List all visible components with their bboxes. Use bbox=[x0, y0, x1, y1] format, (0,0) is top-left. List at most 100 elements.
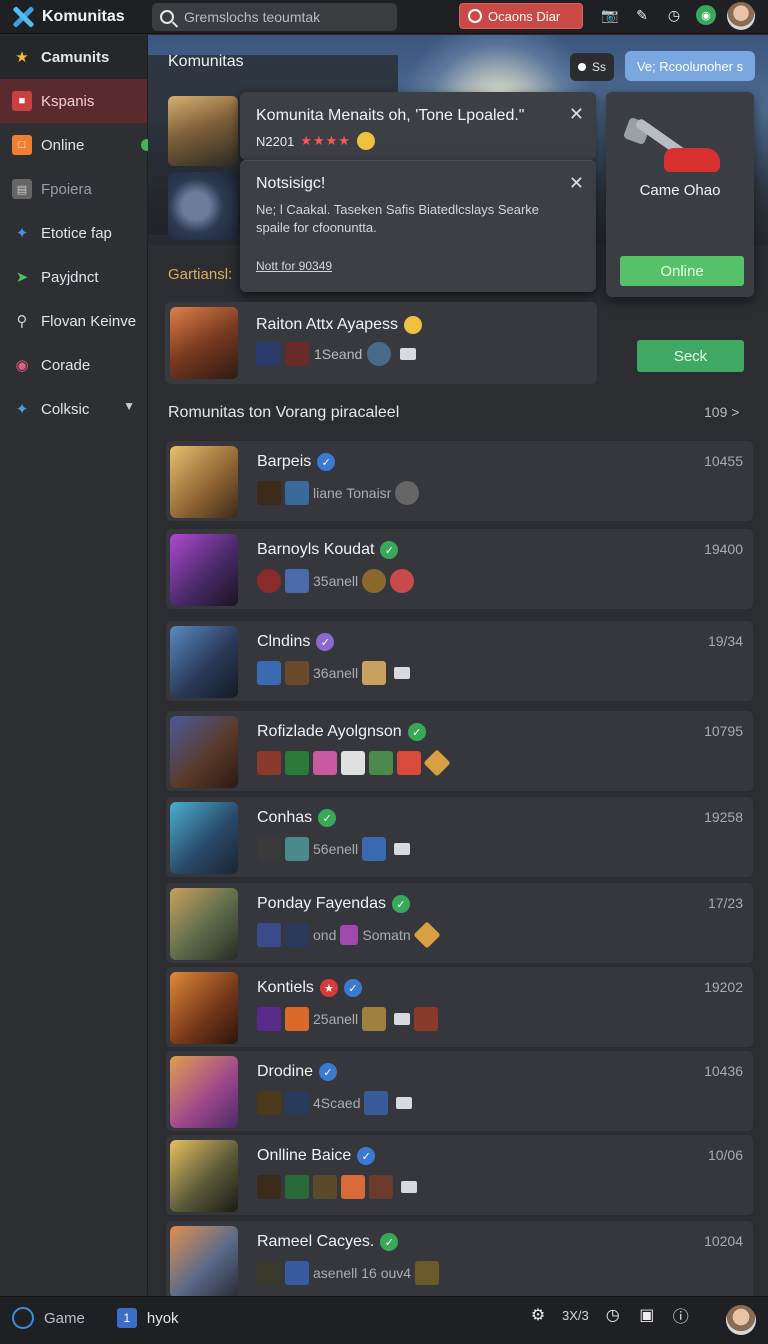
list-item[interactable]: Barpeis ✓ liane Tonaisr 10455 bbox=[165, 440, 754, 522]
tab-label[interactable]: hyok bbox=[147, 1310, 179, 1327]
sidebar-item-payjdnct[interactable]: ➤ Payjdnct bbox=[0, 255, 147, 299]
list-item-count: 10/06 bbox=[707, 1147, 743, 1163]
user-avatar[interactable] bbox=[727, 2, 755, 30]
list-item-icons: 36anell bbox=[257, 661, 411, 685]
user-avatar[interactable] bbox=[726, 1305, 756, 1335]
sidebar-item-kspanis[interactable]: ■ Kspanis bbox=[0, 79, 147, 123]
tab-number[interactable]: 1 bbox=[116, 1308, 137, 1328]
list-item-title-text: Drodine bbox=[257, 1063, 314, 1080]
mail-icon[interactable] bbox=[394, 843, 411, 855]
list-item-tag-2: Somatn bbox=[362, 927, 411, 943]
list-item[interactable]: Barnoyls Koudat ✓ 35anell 19400 bbox=[165, 528, 754, 610]
list-item-title-text: Rofizlade Ayolgnson bbox=[257, 723, 402, 740]
game-icon bbox=[285, 1007, 309, 1031]
list-item[interactable]: Rameel Cacyes. ✓ asenell 16 ouv4 10204 bbox=[165, 1220, 754, 1302]
bottom-bar: Game 1 hyok ⚙ 3X/3 ◷ ▣ ⓘ bbox=[0, 1296, 768, 1344]
game-thumbnail[interactable] bbox=[168, 172, 238, 240]
section-title: Romunitas ton Vorang piracaleel bbox=[168, 404, 400, 421]
game-icon bbox=[257, 1007, 281, 1031]
list-item[interactable]: Clndins ✓ 36anell 19/34 bbox=[165, 620, 754, 702]
mail-icon[interactable] bbox=[401, 1181, 417, 1193]
gear-icon[interactable]: ⚙ bbox=[528, 1305, 548, 1325]
featured-game-row[interactable]: Raiton Attx Ayapess 1Seand bbox=[165, 302, 597, 384]
mail-icon[interactable] bbox=[400, 348, 417, 360]
list-item-count: 19400 bbox=[704, 541, 743, 557]
list-item[interactable]: Onlline Baice ✓ 10/06 bbox=[165, 1134, 754, 1216]
list-item-title: Conhas ✓ bbox=[257, 809, 337, 827]
verified-badge-icon: ✓ bbox=[343, 979, 362, 997]
game-icon bbox=[414, 1007, 439, 1031]
game-icon bbox=[390, 569, 415, 593]
search-bar[interactable] bbox=[152, 3, 397, 31]
game-tab-label[interactable]: Game bbox=[44, 1310, 85, 1327]
recommend-button[interactable]: Ve; Rcoolunoher s bbox=[625, 51, 755, 81]
list-item-title-text: Barnoyls Koudat bbox=[257, 541, 375, 558]
search-input[interactable] bbox=[184, 9, 384, 25]
list-item-icons: liane Tonaisr bbox=[257, 481, 420, 505]
list-item-count: 10204 bbox=[704, 1233, 743, 1249]
game-icon bbox=[313, 751, 337, 775]
list-item[interactable]: Ponday Fayendas ✓ ond Somatn 17/23 bbox=[165, 882, 754, 964]
game-icon bbox=[285, 1091, 309, 1115]
online-button[interactable]: Online bbox=[620, 256, 744, 286]
screen-icon[interactable]: ▣ bbox=[637, 1305, 657, 1325]
app-window: Komunitas Ocaons Diar 📷 ✎ ◷ ◉ ★ Camunits… bbox=[0, 0, 768, 1344]
game-thumbnail bbox=[170, 802, 238, 874]
game-icon[interactable] bbox=[12, 1307, 34, 1329]
section-count[interactable]: 109 > bbox=[704, 404, 739, 420]
status-pill[interactable]: Ss bbox=[570, 53, 614, 81]
sidebar-item-fpoiera[interactable]: ▤ Fpoiera bbox=[0, 167, 147, 211]
list-item-icons: 25anell bbox=[257, 1007, 439, 1031]
box-icon: □ bbox=[12, 135, 32, 155]
game-icon bbox=[256, 342, 280, 366]
clock-icon[interactable]: ◷ bbox=[664, 5, 684, 25]
sidebar-item-flovan-keinve[interactable]: ⚲ Flovan Keinve bbox=[0, 299, 147, 343]
verified-badge-icon: ✓ bbox=[357, 1147, 376, 1165]
clock-icon[interactable]: ◷ bbox=[603, 1305, 623, 1325]
gear-icon bbox=[367, 342, 392, 366]
game-icon bbox=[362, 837, 387, 861]
list-item[interactable]: Kontiels ★ ✓ 25anell 19202 bbox=[165, 966, 754, 1048]
sidebar-item-colksic[interactable]: ✦ Colksic ▼ bbox=[0, 387, 147, 431]
sack-button[interactable]: Seck bbox=[637, 340, 744, 372]
sidebar-item-camunits[interactable]: ★ Camunits bbox=[0, 35, 147, 79]
game-icon bbox=[415, 1261, 440, 1285]
list-item[interactable]: Rofizlade Ayolgnson ✓ 10795 bbox=[165, 710, 754, 792]
list-item-title-text: Onlline Baice bbox=[257, 1147, 352, 1164]
list-item-title: Onlline Baice ✓ bbox=[257, 1147, 376, 1165]
game-thumbnail bbox=[170, 1140, 238, 1212]
chevron-down-icon[interactable]: ▼ bbox=[123, 399, 135, 413]
camera-icon[interactable]: 📷 bbox=[600, 5, 620, 25]
list-item-tag: 25anell bbox=[313, 1011, 359, 1027]
app-title: Komunitas bbox=[42, 8, 125, 25]
sidebar-item-label: Fpoiera bbox=[41, 180, 92, 198]
info-icon[interactable]: ⓘ bbox=[671, 1305, 691, 1326]
hero-title: Komunitas bbox=[168, 53, 244, 70]
list-item[interactable]: Conhas ✓ 56enell 19258 bbox=[165, 796, 754, 878]
game-icon bbox=[423, 749, 451, 777]
pen-icon[interactable]: ✎ bbox=[632, 5, 652, 25]
mail-icon[interactable] bbox=[396, 1097, 413, 1109]
game-icon bbox=[257, 923, 281, 947]
sidebar-item-label: Flovan Keinve bbox=[41, 312, 137, 330]
close-icon[interactable]: ✕ bbox=[569, 173, 584, 194]
sidebar-item-corade[interactable]: ◉ Corade bbox=[0, 343, 147, 387]
top-icons: 📷 ✎ ◷ ◉ bbox=[600, 5, 716, 25]
shield-icon[interactable]: ◉ bbox=[696, 5, 716, 25]
sidebar-item-label: Colksic bbox=[41, 400, 90, 418]
list-item-title: Drodine ✓ bbox=[257, 1063, 338, 1081]
list-item-tag: ond bbox=[313, 927, 337, 943]
game-icon bbox=[362, 1007, 387, 1031]
app-logo[interactable]: Komunitas bbox=[10, 3, 125, 31]
popup-link[interactable]: Nott for 90349 bbox=[256, 259, 332, 273]
list-item[interactable]: Drodine ✓ 4Scaed 10436 bbox=[165, 1050, 754, 1132]
sidebar-item-online[interactable]: □ Online bbox=[0, 123, 153, 167]
close-icon[interactable]: ✕ bbox=[569, 104, 584, 125]
sidebar-item-etotice-fap[interactable]: ✦ Etotice fap bbox=[0, 211, 147, 255]
list-item-tag: 4Scaed bbox=[313, 1095, 361, 1111]
camera-icon: ■ bbox=[12, 91, 32, 111]
list-item-title-text: Ponday Fayendas bbox=[257, 895, 386, 912]
game-icon bbox=[257, 569, 281, 593]
game-thumbnail[interactable] bbox=[168, 96, 238, 166]
alert-button[interactable]: Ocaons Diar bbox=[459, 3, 583, 29]
